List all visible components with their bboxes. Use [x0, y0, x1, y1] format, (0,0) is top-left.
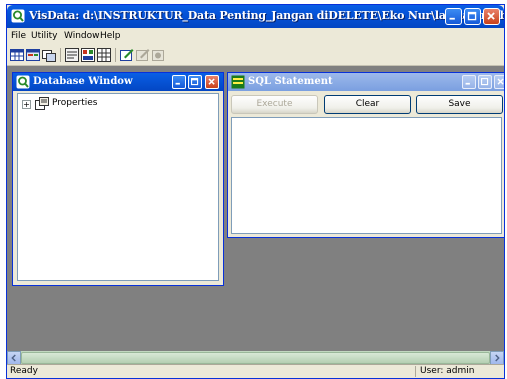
database-window-title-bar[interactable]: Database Window — [13, 73, 223, 91]
maximize-button[interactable] — [464, 8, 481, 25]
status-bar: Ready User: admin — [7, 364, 504, 378]
clear-button[interactable]: Clear — [324, 95, 411, 114]
scroll-thumb[interactable] — [21, 352, 490, 364]
menu-file[interactable]: File — [11, 31, 26, 41]
save-button[interactable]: Save — [416, 95, 503, 114]
database-window-close-button[interactable] — [205, 75, 219, 89]
form-icon[interactable] — [26, 48, 40, 62]
properties-icon — [35, 97, 49, 110]
horizontal-scrollbar[interactable] — [7, 351, 504, 365]
status-divider — [415, 366, 416, 377]
toolbar-separator — [60, 48, 61, 62]
status-text: Ready — [10, 366, 38, 376]
status-user: User: admin — [420, 366, 475, 376]
sql-window-title-bar[interactable]: SQL Statement — [228, 73, 504, 91]
data-form-designer-icon[interactable] — [81, 48, 95, 62]
execute-button[interactable]: Execute — [231, 95, 318, 114]
database-tree[interactable]: + Properties — [17, 93, 219, 281]
maximize-icon — [467, 11, 477, 21]
menu-help[interactable]: Help — [100, 31, 121, 41]
database-window-maximize-button[interactable] — [188, 75, 202, 89]
sql-window-close-button[interactable] — [494, 75, 504, 89]
toolbar-separator — [115, 48, 116, 62]
maximize-icon — [191, 78, 199, 86]
arrow-left-icon — [11, 354, 16, 362]
query-builder-icon[interactable] — [65, 48, 79, 62]
menu-utility[interactable]: Utility — [31, 31, 57, 41]
database-window-minimize-button[interactable] — [172, 75, 186, 89]
main-window: VisData: d:\INSTRUKTUR_Data Penting_Jang… — [6, 4, 505, 379]
grid-icon[interactable] — [97, 48, 111, 62]
minimize-icon — [175, 82, 180, 85]
sql-text-area[interactable] — [231, 117, 502, 234]
close-icon — [487, 12, 495, 20]
close-button[interactable] — [483, 8, 500, 25]
scroll-left-button[interactable] — [7, 351, 21, 365]
toolbar — [7, 45, 504, 66]
sql-window-minimize-button[interactable] — [462, 75, 476, 89]
sql-statement-window[interactable]: SQL Statement Execute Clear Save — [227, 72, 504, 238]
database-window-title: Database Window — [33, 76, 133, 87]
title-bar[interactable]: VisData: d:\INSTRUKTUR_Data Penting_Jang… — [7, 5, 504, 28]
window-title: VisData: d:\INSTRUKTUR_Data Penting_Jang… — [29, 9, 505, 22]
menu-bar: File Utility Window Help — [7, 28, 504, 45]
report-disabled-icon-2 — [152, 50, 164, 61]
maximize-icon — [481, 78, 489, 86]
sql-window-maximize-button[interactable] — [478, 75, 492, 89]
database-window-icon — [16, 75, 30, 89]
app-icon — [11, 9, 25, 23]
scroll-right-button[interactable] — [490, 351, 504, 365]
minimize-button[interactable] — [445, 8, 462, 25]
close-icon — [497, 78, 504, 85]
report-icon[interactable] — [120, 48, 134, 62]
minimize-icon — [449, 17, 455, 20]
sql-window-icon — [231, 75, 245, 89]
link-icon[interactable] — [42, 48, 56, 62]
sql-window-title: SQL Statement — [248, 76, 333, 87]
table-icon[interactable] — [10, 48, 24, 62]
mdi-client-area: Database Window + Properties SQL Stateme… — [7, 66, 504, 351]
report-disabled-icon — [136, 49, 150, 61]
arrow-right-icon — [495, 354, 500, 362]
minimize-icon — [465, 82, 470, 85]
close-icon — [208, 78, 215, 85]
tree-item-label: Properties — [52, 98, 98, 108]
menu-window[interactable]: Window — [64, 31, 100, 41]
database-window[interactable]: Database Window + Properties — [12, 72, 224, 286]
expand-icon[interactable]: + — [22, 100, 31, 109]
